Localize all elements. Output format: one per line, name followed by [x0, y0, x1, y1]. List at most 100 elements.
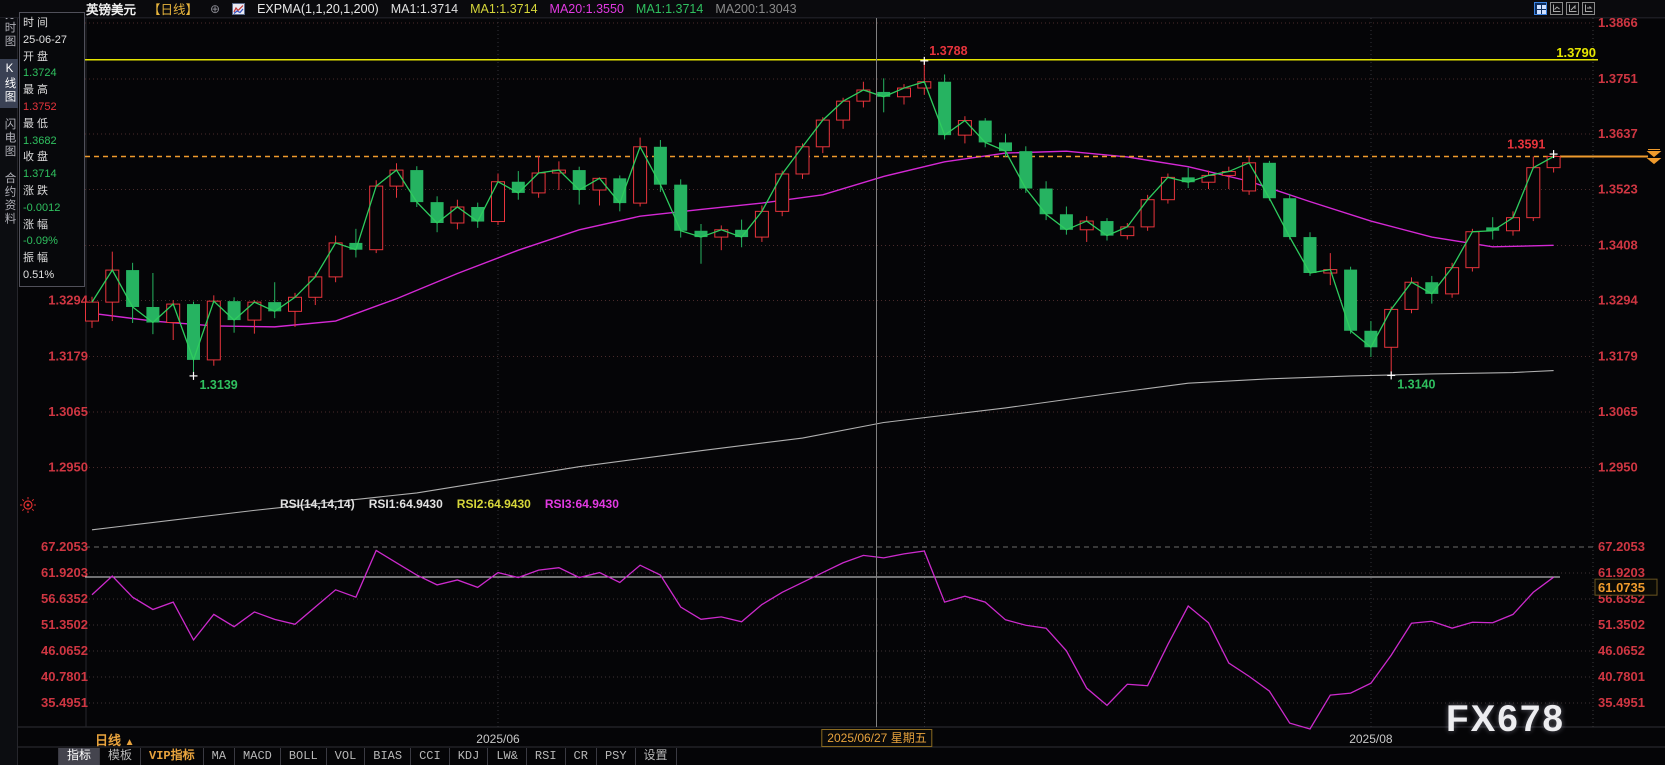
rsi-indicator-toggle-icon[interactable]	[19, 496, 37, 519]
svg-text:1.3790: 1.3790	[1556, 45, 1596, 60]
info-label: 最 低	[23, 116, 84, 133]
info-value: -0.0012	[23, 200, 84, 217]
svg-text:51.3502: 51.3502	[1598, 617, 1645, 632]
fx678-watermark: FX678	[1446, 698, 1565, 740]
rsi-value-label: RSI1:64.9430	[369, 497, 443, 511]
rsi-header-values: RSI(14,14,14) RSI1:64.9430 RSI2:64.9430 RSI…	[280, 497, 619, 511]
scale-axis-left-button[interactable]	[1550, 2, 1563, 15]
sidebar-item-合约资料[interactable]: 合约资料	[0, 168, 18, 230]
svg-text:40.7801: 40.7801	[41, 669, 88, 684]
timeframe-label: 日线	[95, 733, 121, 748]
info-value: 25-06-27	[23, 32, 84, 49]
svg-text:1.3140: 1.3140	[1397, 377, 1435, 391]
svg-text:1.3179: 1.3179	[48, 348, 88, 363]
rsi-value-label: RSI3:64.9430	[545, 497, 619, 511]
candle-info-tooltip: 时 间25-06-27开 盘1.3724最 高1.3752最 低1.3682收 …	[19, 12, 85, 287]
date-axis-label: 2025/08	[1349, 732, 1392, 746]
info-label: 振 幅	[23, 250, 84, 267]
svg-text:1.3637: 1.3637	[1598, 126, 1638, 141]
svg-text:40.7801: 40.7801	[1598, 669, 1645, 684]
svg-text:1.2950: 1.2950	[48, 460, 88, 475]
svg-text:51.3502: 51.3502	[41, 617, 88, 632]
scale-axis-right-button[interactable]	[1566, 2, 1579, 15]
info-label: 最 高	[23, 82, 84, 99]
crosshair-date-badge: 2025/06/27 星期五	[821, 729, 932, 747]
rsi-value-label: RSI2:64.9430	[457, 497, 531, 511]
svg-text:61.0735: 61.0735	[1598, 580, 1645, 595]
info-value: 1.3682	[23, 133, 84, 150]
svg-text:1.2950: 1.2950	[1598, 460, 1638, 475]
sidebar-item-闪电图[interactable]: 闪电图	[0, 114, 18, 163]
info-label: 涨 跌	[23, 183, 84, 200]
toolbar-tab-模板[interactable]: 模板	[100, 748, 141, 765]
ma-value: MA20:1.3550	[550, 2, 624, 16]
info-value: 0.51%	[23, 267, 84, 284]
ma-value: MA200:1.3043	[715, 2, 796, 16]
svg-text:61.9203: 61.9203	[1598, 565, 1645, 580]
period-badge[interactable]: 【日线】	[148, 0, 198, 18]
toolbar-tab-指标[interactable]: 指标	[58, 748, 100, 765]
charting-app-window: 英镑美元 【日线】 ⊕ EXPMA(1,1,20,1,200) MA1:1.37…	[0, 0, 1665, 765]
svg-text:67.2053: 67.2053	[41, 539, 88, 554]
svg-text:1.3294: 1.3294	[48, 293, 89, 308]
svg-text:1.3139: 1.3139	[200, 378, 238, 392]
svg-text:61.9203: 61.9203	[41, 565, 88, 580]
svg-text:1.3751: 1.3751	[1598, 71, 1638, 86]
toolbar-tab-PSY[interactable]: PSY	[597, 748, 636, 765]
date-axis-label: 2025/06	[476, 732, 519, 746]
indicator-toolbar: 指标模板VIP指标MAMACDBOLLVOLBIASCCIKDJLW&RSICR…	[58, 748, 677, 765]
toolbar-tab-RSI[interactable]: RSI	[527, 748, 566, 765]
chevron-up-icon: ▲	[125, 737, 135, 748]
svg-text:67.2053: 67.2053	[1598, 539, 1645, 554]
svg-text:35.4951: 35.4951	[1598, 695, 1645, 710]
ma-value: MA1:1.3714	[636, 2, 703, 16]
svg-text:1.3523: 1.3523	[1598, 182, 1638, 197]
timeframe-select-button[interactable]: 日线 ▲	[95, 730, 135, 749]
svg-text:56.6352: 56.6352	[41, 591, 88, 606]
pane-expand-button[interactable]	[1582, 2, 1595, 15]
info-value: 1.3724	[23, 65, 84, 82]
toolbar-tab-VOL[interactable]: VOL	[327, 748, 366, 765]
toolbar-tab-LW&[interactable]: LW&	[488, 748, 527, 765]
info-value: 1.3714	[23, 166, 84, 183]
info-label: 涨 幅	[23, 217, 84, 234]
ma-value: MA1:1.3714	[470, 2, 537, 16]
svg-text:1.3591: 1.3591	[1507, 137, 1545, 151]
rsi-value-label: RSI(14,14,14)	[280, 497, 355, 511]
window-layout-controls	[1534, 2, 1595, 15]
chart-type-sidebar: 分时图K线图闪电图合约资料	[0, 0, 18, 765]
chart-header-bar: 英镑美元 【日线】 ⊕ EXPMA(1,1,20,1,200) MA1:1.37…	[0, 0, 1665, 18]
link-circle-plus-icon[interactable]: ⊕	[210, 2, 220, 16]
chart-canvas[interactable]: 1.38661.37511.36371.35231.34081.32941.31…	[0, 0, 1665, 765]
toolbar-tab-CR[interactable]: CR	[566, 748, 597, 765]
info-value: 1.3752	[23, 99, 84, 116]
sidebar-item-K线图[interactable]: K线图	[0, 59, 18, 108]
svg-text:1.3179: 1.3179	[1598, 348, 1638, 363]
info-label: 时 间	[23, 15, 84, 32]
symbol-title: 英镑美元	[86, 0, 136, 18]
toolbar-tab-MACD[interactable]: MACD	[235, 748, 281, 765]
ma-values-group: MA1:1.3714 MA1:1.3714 MA20:1.3550 MA1:1.371…	[391, 2, 809, 16]
indicator-mini-chart-icon	[232, 3, 245, 15]
toolbar-tab-VIP指标[interactable]: VIP指标	[141, 748, 204, 765]
svg-text:1.3788: 1.3788	[929, 44, 967, 58]
toolbar-tab-设置[interactable]: 设置	[636, 748, 677, 765]
indicator-label: EXPMA(1,1,20,1,200)	[257, 2, 379, 16]
svg-text:1.3294: 1.3294	[1598, 293, 1639, 308]
svg-text:1.3065: 1.3065	[1598, 404, 1638, 419]
info-value: -0.09%	[23, 233, 84, 250]
svg-text:46.0652: 46.0652	[1598, 643, 1645, 658]
svg-text:1.3408: 1.3408	[1598, 237, 1638, 252]
info-label: 开 盘	[23, 49, 84, 66]
toolbar-tab-BIAS[interactable]: BIAS	[365, 748, 411, 765]
svg-text:46.0652: 46.0652	[41, 643, 88, 658]
toolbar-tab-MA[interactable]: MA	[204, 748, 235, 765]
svg-text:35.4951: 35.4951	[41, 695, 88, 710]
toolbar-tab-CCI[interactable]: CCI	[411, 748, 450, 765]
svg-text:1.3065: 1.3065	[48, 404, 88, 419]
toolbar-tab-KDJ[interactable]: KDJ	[450, 748, 489, 765]
ma-value: MA1:1.3714	[391, 2, 458, 16]
toolbar-tab-BOLL[interactable]: BOLL	[281, 748, 327, 765]
info-label: 收 盘	[23, 149, 84, 166]
layout-grid-button[interactable]	[1534, 2, 1547, 15]
